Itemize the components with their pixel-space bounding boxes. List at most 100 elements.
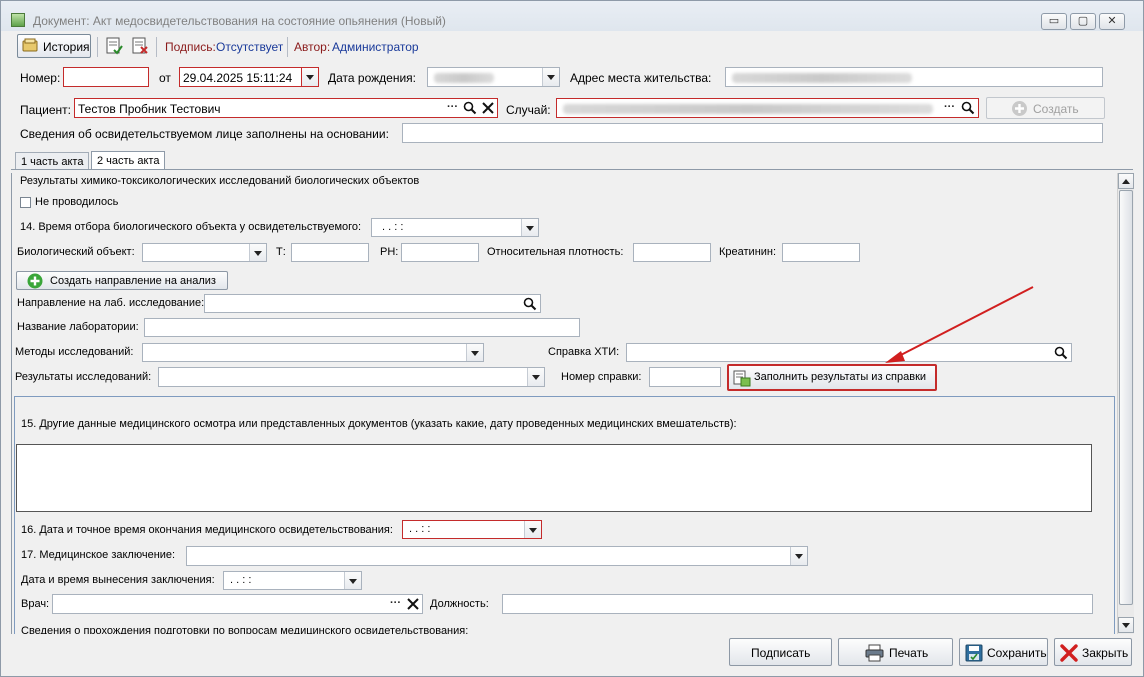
scroll-thumb[interactable] [1119,190,1133,605]
results-label: Результаты исследований: [15,371,152,383]
patient-more-icon[interactable]: ··· [444,100,461,116]
tab-part-1[interactable]: 1 часть акта [15,152,90,170]
tab-part-2-label: 2 часть акта [97,155,160,167]
save-icon [965,644,983,662]
lab-name-input[interactable] [144,318,580,337]
referral-input[interactable] [204,294,541,313]
create-referral-button[interactable]: Создать направление на анализ [16,271,228,290]
save-button[interactable]: Сохранить [959,638,1048,666]
q16-value: . . : : [409,523,431,535]
birth-date-picker[interactable] [427,67,560,87]
scroll-up-button[interactable] [1118,173,1134,189]
toolbar-separator [156,37,157,57]
case-search-icon[interactable] [961,101,975,115]
from-label: от [159,71,171,85]
case-input[interactable]: ··· [556,98,979,118]
cert-number-label: Номер справки: [561,371,642,383]
author-value: Администратор [332,40,419,54]
date-value: 29.04.2025 15:11:24 [183,71,293,85]
training-label: Сведения о прохождения подготовки по воп… [21,625,469,634]
q14-datetime-picker[interactable]: . . : : [371,218,539,237]
results-select[interactable] [158,367,545,387]
not-done-checkbox[interactable] [20,197,31,208]
address-input[interactable] [725,67,1103,87]
creatinine-label: Креатинин: [719,246,777,258]
position-input[interactable] [502,594,1093,614]
birth-date-label: Дата рождения: [328,71,416,85]
q14-value: . . : : [382,221,404,233]
basis-input[interactable] [402,123,1103,143]
t-input[interactable] [291,243,369,262]
doctor-more-icon[interactable]: ··· [387,596,404,612]
print-button[interactable]: Печать [838,638,953,666]
annotation-arrow [885,286,1034,363]
ph-input[interactable] [401,243,479,262]
create-case-button[interactable]: Создать [986,97,1105,119]
conclusion-datetime-label: Дата и время вынесения заключения: [21,574,215,586]
referral-search-icon[interactable] [523,297,537,311]
t-label: Т: [276,246,286,258]
results-dropdown-button[interactable] [527,368,544,386]
create-case-label: Создать [1033,102,1079,116]
signature-label: Подпись: [165,40,216,54]
redacted-case [563,104,933,114]
toolbar: История Подпись: Отсутствует Автор: Адми… [11,34,1136,60]
restore-button[interactable]: ▢ [1070,13,1096,30]
q16-datetime-picker[interactable]: . . : : [402,520,542,539]
date-picker[interactable]: 29.04.2025 15:11:24 [179,67,319,87]
bio-object-select[interactable] [142,243,267,262]
section-title: Результаты химико-токсикологических иссл… [20,175,420,187]
cert-number-input[interactable] [649,367,721,387]
patient-clear-icon[interactable] [482,102,494,114]
hti-search-icon[interactable] [1054,346,1068,360]
patient-label: Пациент: [20,103,72,117]
redacted-address [732,73,912,83]
part-2-panel: Результаты химико-токсикологических иссл… [11,173,1117,634]
bio-object-dropdown-button[interactable] [249,244,266,261]
panel-scrollbar[interactable] [1117,173,1134,634]
doctor-clear-icon[interactable] [407,598,419,610]
q15-textarea[interactable] [16,444,1092,512]
q14-dropdown-button[interactable] [521,219,538,236]
q15-label: 15. Другие данные медицинского осмотра и… [21,418,737,430]
number-input[interactable] [63,67,149,87]
unsign-document-icon[interactable] [131,37,149,55]
patient-input[interactable]: Тестов Пробник Тестович ··· [74,98,498,118]
methods-select[interactable] [142,343,484,362]
sign-button[interactable]: Подписать [729,638,832,666]
case-more-icon[interactable]: ··· [941,100,958,116]
patient-search-icon[interactable] [463,101,477,115]
density-label: Относительная плотность: [487,246,624,258]
date-dropdown-button[interactable] [301,68,318,86]
density-input[interactable] [633,243,711,262]
methods-dropdown-button[interactable] [466,344,483,361]
scroll-down-button[interactable] [1118,617,1134,633]
lab-name-label: Название лаборатории: [17,321,139,333]
close-button[interactable]: Закрыть [1054,638,1132,666]
sign-label: Подписать [751,646,811,660]
basis-label: Сведения об освидетельствуемом лице запо… [20,127,389,141]
creatinine-input[interactable] [782,243,860,262]
author-label: Автор: [294,40,331,54]
close-window-button[interactable]: ✕ [1099,13,1125,30]
document-app-icon [11,13,25,27]
doctor-input[interactable]: ··· [52,594,423,614]
toolbar-separator [97,37,98,57]
conclusion-datetime-picker[interactable]: . . : : [223,571,362,590]
referral-label: Направление на лаб. исследование: [17,297,205,309]
window-title: Документ: Акт медосвидетельствования на … [33,14,446,28]
conclusion-datetime-dropdown-button[interactable] [344,572,361,589]
minimize-button[interactable]: ▭ [1041,13,1067,30]
conclusion-select[interactable] [186,546,808,566]
toolbar-separator [287,37,288,57]
print-label: Печать [889,646,929,660]
fill-from-cert-icon [733,370,751,387]
printer-icon [865,644,884,662]
conclusion-dropdown-button[interactable] [790,547,807,565]
history-button[interactable]: История [17,34,91,58]
birth-date-dropdown-button[interactable] [542,68,559,86]
sign-document-icon[interactable] [105,37,123,55]
q16-dropdown-button[interactable] [524,521,541,538]
tab-part-2[interactable]: 2 часть акта [91,151,166,170]
signature-value: Отсутствует [216,40,284,54]
